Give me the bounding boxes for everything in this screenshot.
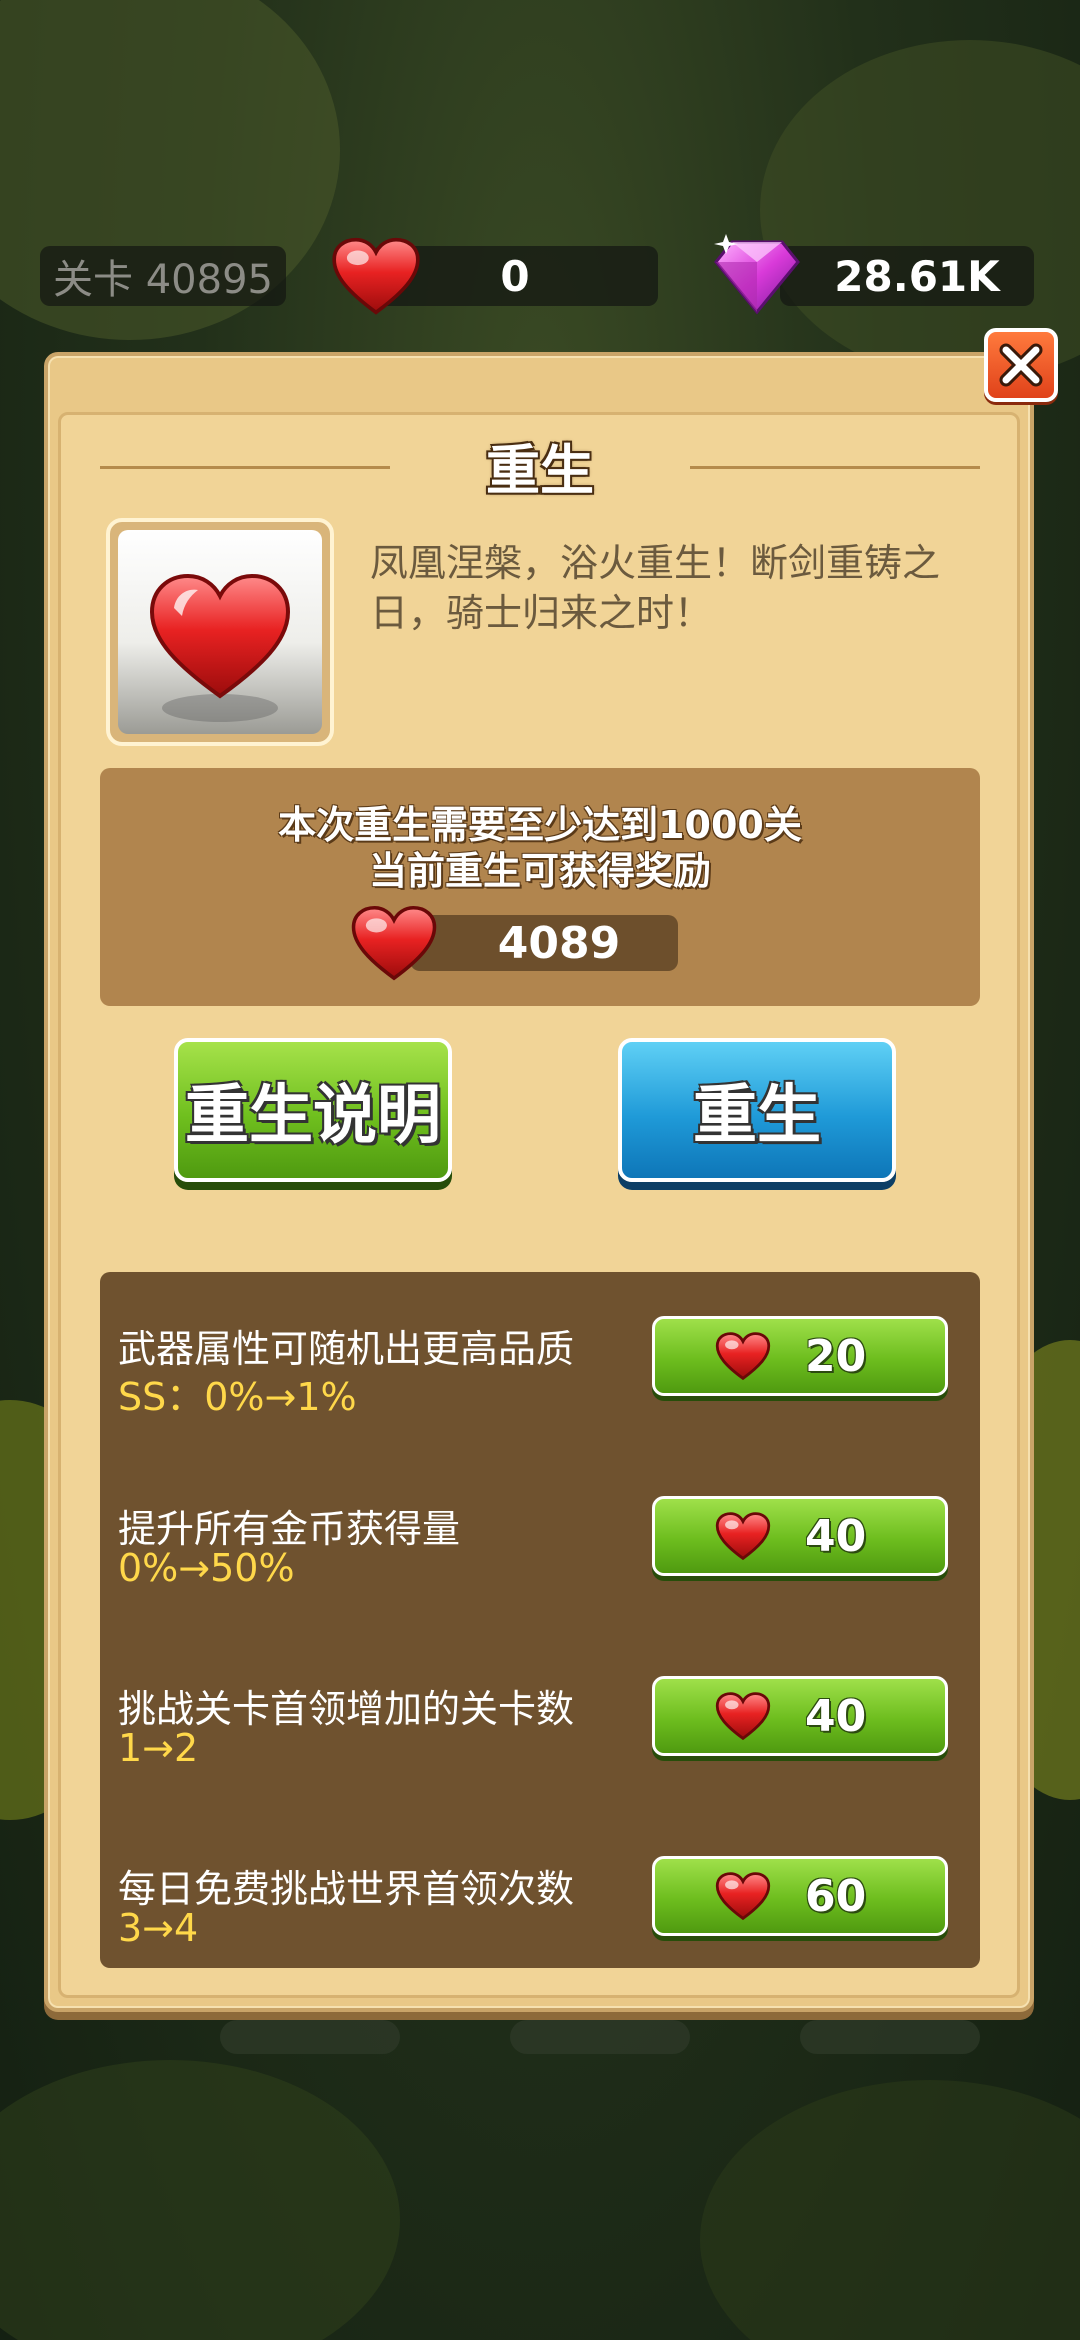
upgrade-item: 挑战关卡首领增加的关卡数 1→2 40 <box>100 1676 980 1776</box>
level-label: 关卡 40895 <box>53 257 273 303</box>
rebirth-button[interactable]: 重生 <box>618 1038 896 1182</box>
background-foliage <box>0 2060 400 2340</box>
upgrade-name: 每日免费挑战世界首领次数 <box>118 1867 575 1911</box>
reward-label: 当前重生可获得奖励 <box>368 849 711 893</box>
upgrade-value: 0%→50% <box>118 1546 295 1590</box>
upgrade-button[interactable]: 40 <box>652 1676 948 1756</box>
heart-icon <box>149 573 291 722</box>
upgrade-name: 提升所有金币获得量 <box>118 1507 461 1551</box>
gem-icon <box>712 232 802 320</box>
upgrade-cost: 20 <box>805 1330 867 1382</box>
rebirth-item-frame <box>106 518 334 746</box>
upgrade-item: 提升所有金币获得量 0%→50% 40 <box>100 1496 980 1596</box>
upgrade-list: 武器属性可随机出更高品质 SS：0%→1% 20 提升所有金币获得量 0%→50… <box>100 1272 980 1968</box>
heart-icon <box>715 1691 771 1752</box>
upgrade-item: 每日免费挑战世界首领次数 3→4 60 <box>100 1856 980 1956</box>
heart-count: 0 <box>500 251 530 301</box>
heart-icon <box>715 1871 771 1932</box>
close-icon <box>999 343 1043 387</box>
rebirth-item-slot <box>118 530 322 734</box>
upgrade-cost: 40 <box>805 1690 867 1742</box>
upgrade-button[interactable]: 40 <box>652 1496 948 1576</box>
background-stone <box>510 2020 690 2054</box>
game-screen: 关卡 40895 0 28.61K 重生 凤凰涅槃，浴火重生！断剑重铸之日，骑士… <box>0 0 1080 2340</box>
upgrade-value: SS：0%→1% <box>118 1375 357 1419</box>
gem-count: 28.61K <box>834 251 1000 301</box>
heart-icon <box>715 1511 771 1572</box>
upgrade-button[interactable]: 20 <box>652 1316 948 1396</box>
upgrade-item: 武器属性可随机出更高品质 SS：0%→1% 20 <box>100 1316 980 1419</box>
upgrade-cost: 60 <box>805 1870 867 1922</box>
requirement-panel: 本次重生需要至少达到1000关 当前重生可获得奖励 4089 <box>100 768 980 1006</box>
heart-icon <box>330 236 422 320</box>
rebirth-description: 凤凰涅槃，浴火重生！断剑重铸之日，骑士归来之时！ <box>370 541 941 635</box>
reward-amount-bar: 4089 <box>410 915 678 971</box>
heart-icon <box>350 904 438 986</box>
close-button[interactable] <box>984 328 1058 402</box>
upgrade-button[interactable]: 60 <box>652 1856 948 1936</box>
gem-counter: 28.61K <box>780 246 1034 306</box>
upgrade-name: 挑战关卡首领增加的关卡数 <box>118 1687 575 1731</box>
background-stone <box>800 2020 980 2054</box>
heart-icon <box>715 1331 771 1392</box>
rebirth-button-label: 重生 <box>693 1079 821 1153</box>
upgrade-value: 3→4 <box>118 1906 199 1950</box>
upgrade-value: 1→2 <box>118 1726 199 1770</box>
upgrade-cost: 40 <box>805 1510 867 1562</box>
reward-amount: 4089 <box>497 917 621 969</box>
background-stone <box>220 2020 400 2054</box>
level-indicator: 关卡 40895 <box>40 246 286 306</box>
upgrade-name: 武器属性可随机出更高品质 <box>118 1327 575 1371</box>
dialog-title: 重生 <box>486 439 594 502</box>
rebirth-info-button[interactable]: 重生说明 <box>174 1038 452 1182</box>
background-foliage <box>700 2080 1080 2340</box>
rebirth-info-label: 重生说明 <box>185 1079 441 1153</box>
